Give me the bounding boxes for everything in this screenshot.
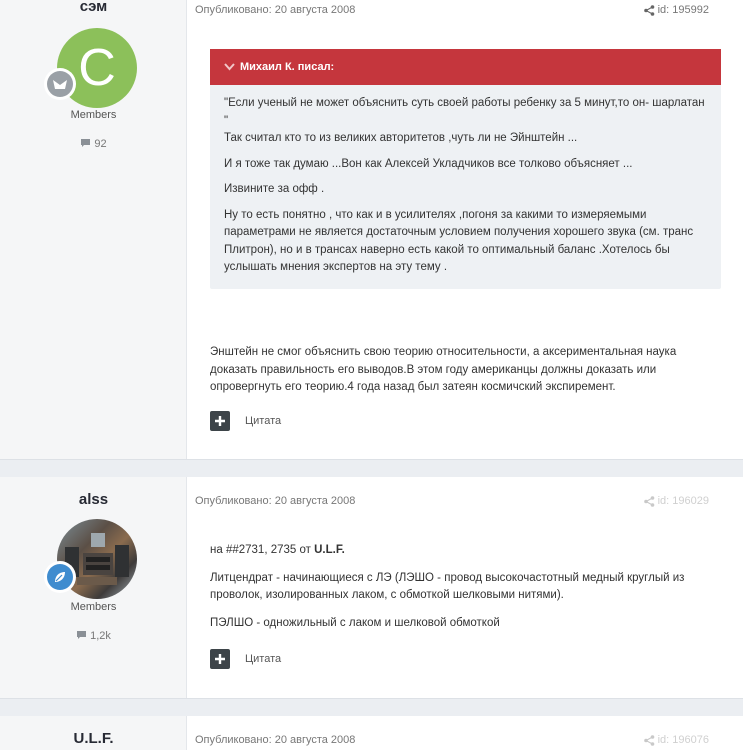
author-panel: сэм C Members 92 xyxy=(0,0,187,459)
quote-line: "Если ученый не может объяснить суть сво… xyxy=(224,97,705,127)
post-196029: alss Members 1,2k Опубликовано: 20 авгус… xyxy=(0,477,743,699)
comment-icon xyxy=(81,139,91,147)
quote-button-label: Цитата xyxy=(245,415,282,427)
post-date[interactable]: Опубликовано: 20 августа 2008 xyxy=(195,734,355,746)
rank-icon xyxy=(53,80,67,89)
quote-block: Михаил К. писал: "Если ученый не может о… xyxy=(210,49,721,289)
quote-button[interactable]: Цитата xyxy=(210,411,281,431)
plus-icon xyxy=(210,411,230,431)
post-count: 92 xyxy=(0,138,187,150)
post-count-value: 1,2k xyxy=(90,630,111,642)
post-content: Опубликовано: 20 августа 2008 id: 195992… xyxy=(187,0,743,459)
author-name[interactable]: alss xyxy=(0,491,187,508)
post-text: на ##2731, 2735 от U.L.F. Литцендрат - н… xyxy=(210,542,720,642)
post-content: Опубликовано: 20 августа 2008 id: 196029… xyxy=(187,477,743,698)
quote-line: Так считал кто то из великих авторитетов… xyxy=(224,132,578,144)
post-date[interactable]: Опубликовано: 20 августа 2008 xyxy=(195,495,355,507)
share-icon[interactable] xyxy=(644,496,655,507)
quote-author: Михаил К. писал: xyxy=(240,61,335,73)
share-icon[interactable] xyxy=(644,735,655,746)
post-date[interactable]: Опубликовано: 20 августа 2008 xyxy=(195,4,355,16)
quote-body: "Если ученый не может объяснить суть сво… xyxy=(210,85,721,289)
quote-line: И я тоже так думаю ...Вон как Алексей Ук… xyxy=(224,157,633,170)
member-group: Members xyxy=(70,601,117,613)
post-id[interactable]: id: 195992 xyxy=(658,4,709,16)
share-icon[interactable] xyxy=(644,5,655,16)
post-196076: U.L.F. Опубликовано: 20 августа 2008 id:… xyxy=(0,716,743,750)
rank-badge xyxy=(44,561,76,593)
post-id[interactable]: id: 196029 xyxy=(658,495,709,507)
post-count-value: 92 xyxy=(94,138,107,150)
post-195992: сэм C Members 92 Опубликовано: 20 август… xyxy=(0,0,743,460)
post-content: Опубликовано: 20 августа 2008 id: 196076 xyxy=(187,716,743,750)
post-paragraph: Энштейн не смог объяснить свою теорию от… xyxy=(210,346,677,393)
rank-badge xyxy=(44,68,76,100)
quote-button-label: Цитата xyxy=(245,653,282,665)
post-paragraph: ПЭЛШО - одножильный с лаком и шелковой о… xyxy=(210,616,500,629)
quote-line: Извините за офф . xyxy=(224,183,325,195)
leaf-icon xyxy=(55,572,65,582)
author-name[interactable]: сэм xyxy=(0,0,187,15)
quote-button[interactable]: Цитата xyxy=(210,649,281,669)
quote-line: Ну то есть понятно , что как и в усилите… xyxy=(224,208,694,274)
post-text: Энштейн не смог объяснить свою теорию от… xyxy=(210,344,720,407)
author-panel: alss Members 1,2k xyxy=(0,477,187,698)
reply-prefix: на ##2731, 2735 от xyxy=(210,544,315,556)
mentioned-user[interactable]: U.L.F. xyxy=(314,544,345,556)
post-paragraph: на ##2731, 2735 от U.L.F. xyxy=(210,542,720,560)
post-count: 1,2k xyxy=(0,630,187,642)
chevron-down-icon xyxy=(224,63,235,71)
post-paragraph: Литцендрат - начинающиеся с ЛЭ (ЛЭШО - п… xyxy=(210,571,685,602)
plus-icon xyxy=(210,649,230,669)
member-group: Members xyxy=(70,109,117,121)
author-panel: U.L.F. xyxy=(0,716,187,750)
post-id[interactable]: id: 196076 xyxy=(658,734,709,746)
quote-header[interactable]: Михаил К. писал: xyxy=(210,49,721,85)
author-name[interactable]: U.L.F. xyxy=(0,730,187,747)
comment-icon xyxy=(77,631,87,639)
